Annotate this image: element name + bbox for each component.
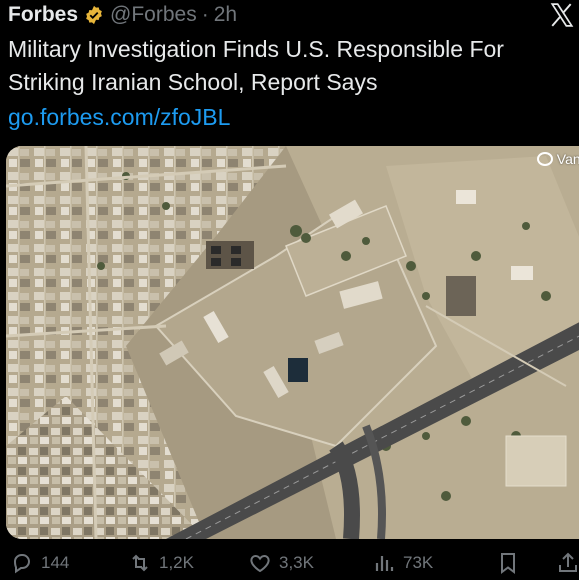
reply-count: 144 xyxy=(41,553,70,572)
author-handle[interactable]: @Forbes xyxy=(110,3,197,27)
separator-dot: · xyxy=(201,3,209,26)
bookmark-button[interactable] xyxy=(496,546,520,580)
repost-icon xyxy=(132,554,148,572)
tweet-link[interactable]: go.forbes.com/zfoJBL xyxy=(8,102,230,132)
share-button[interactable] xyxy=(556,546,579,580)
tweet-text: Military Investigation Finds U.S. Respon… xyxy=(8,36,504,95)
like-count: 3,3K xyxy=(279,553,314,572)
image-watermark: Vantor xyxy=(536,151,579,167)
repost-count: 1,2K xyxy=(159,553,194,572)
tweet-image[interactable]: Vantor xyxy=(6,146,579,539)
bookmark-icon xyxy=(501,553,515,574)
views-button[interactable]: 73K xyxy=(372,546,433,580)
tweet-actions: 144 1,2K 3,3K 73K xyxy=(0,546,579,580)
share-icon xyxy=(559,552,577,572)
watermark-label: Vantor xyxy=(556,151,579,167)
satellite-image xyxy=(6,146,579,539)
like-button[interactable]: 3,3K xyxy=(248,546,314,580)
reply-button[interactable]: 144 xyxy=(10,546,69,580)
tweet-header: Forbes @Forbes · 2h xyxy=(8,0,237,30)
camera-icon xyxy=(536,152,553,166)
verified-badge-icon xyxy=(86,5,102,25)
x-logo-icon[interactable] xyxy=(549,2,575,28)
reply-icon xyxy=(13,554,31,574)
heart-icon xyxy=(250,554,270,573)
post-time[interactable]: 2h xyxy=(214,3,237,27)
repost-button[interactable]: 1,2K xyxy=(128,546,194,580)
author-name[interactable]: Forbes xyxy=(8,3,78,27)
views-icon xyxy=(375,556,394,571)
views-count: 73K xyxy=(403,553,434,572)
